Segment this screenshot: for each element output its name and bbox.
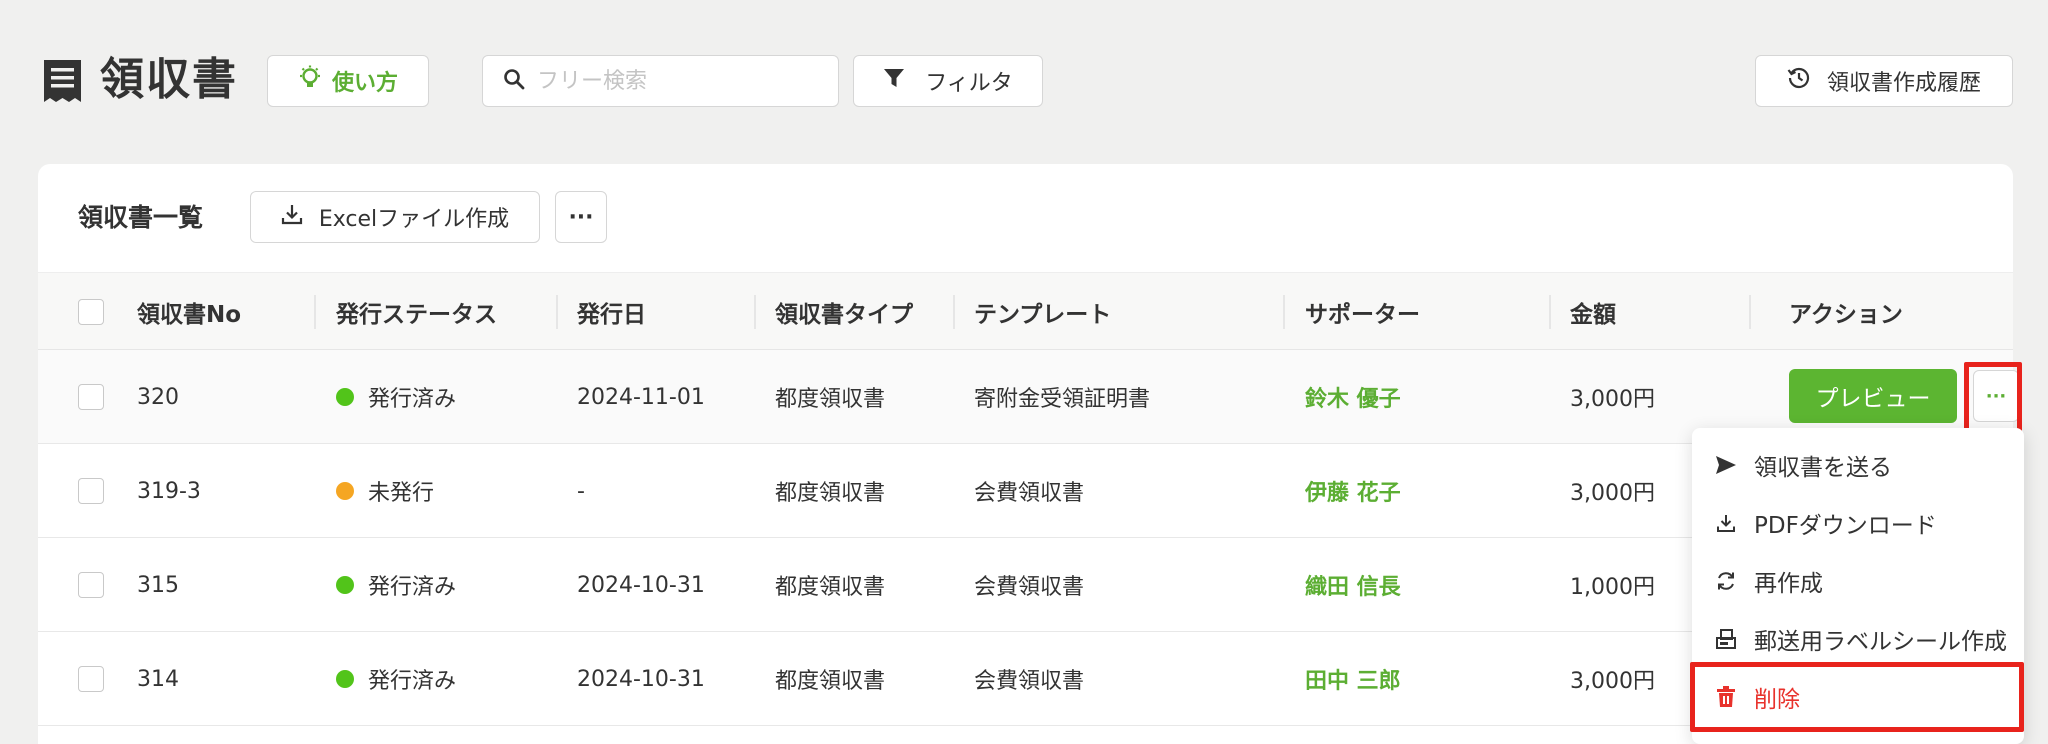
receipt-no: 314 [137, 666, 179, 692]
receipt-list-icon [44, 60, 81, 102]
card-title: 領収書一覧 [78, 203, 204, 232]
receipt-no: 319-3 [137, 478, 201, 504]
download-icon [281, 203, 303, 231]
column-divider [1283, 295, 1285, 329]
amount: 3,000円 [1570, 387, 1655, 412]
row-action-menu: 領収書を送る PDFダウンロード 再作成 郵送用ラベルシール作成 削除 [1692, 428, 2024, 744]
template-name: 会費領収書 [974, 669, 1085, 694]
page-title: 領収書 [100, 54, 238, 105]
receipt-no: 320 [137, 384, 179, 410]
label-print-icon [1714, 627, 1738, 651]
menu-item-label: PDFダウンロード [1754, 513, 1937, 539]
preview-button[interactable]: プレビュー [1789, 369, 1957, 423]
table-header: 領収書No 発行ステータス 発行日 領収書タイプ テンプレート サポーター 金額… [38, 272, 2013, 350]
menu-item-label: 削除 [1754, 687, 1800, 713]
menu-item-delete[interactable]: 削除 [1692, 668, 2024, 726]
status-dot [336, 576, 354, 594]
column-header-no: 領収書No [137, 302, 242, 328]
column-header-amount: 金額 [1570, 302, 1616, 328]
row-checkbox[interactable] [78, 384, 104, 410]
status-dot [336, 482, 354, 500]
status-cell: 未発行 [336, 444, 434, 538]
select-all-checkbox[interactable] [78, 299, 104, 325]
amount: 3,000円 [1570, 481, 1655, 506]
issue-date: 2024-10-31 [577, 666, 705, 692]
receipt-type: 都度領収書 [775, 481, 886, 506]
column-divider [314, 295, 316, 329]
row-checkbox[interactable] [78, 572, 104, 598]
status-text: 発行済み [368, 575, 457, 600]
search-input[interactable] [537, 68, 817, 94]
column-header-supporter: サポーター [1305, 302, 1420, 328]
amount: 1,000円 [1570, 575, 1655, 600]
lightbulb-icon [298, 65, 322, 97]
menu-item-label: 再作成 [1754, 571, 1823, 597]
column-header-action: アクション [1789, 302, 1903, 328]
status-text: 発行済み [368, 387, 457, 412]
row-checkbox[interactable] [78, 478, 104, 504]
template-name: 寄附金受領証明書 [974, 387, 1151, 412]
status-text: 発行済み [368, 669, 457, 694]
receipt-type: 都度領収書 [775, 669, 886, 694]
excel-export-button[interactable]: Excelファイル作成 [250, 191, 540, 243]
menu-item-pdf-download[interactable]: PDFダウンロード [1692, 494, 2024, 552]
receipt-no: 315 [137, 572, 179, 598]
howto-label: 使い方 [331, 71, 398, 96]
excel-export-label: Excelファイル作成 [318, 207, 510, 232]
search-box[interactable] [482, 55, 839, 107]
menu-item-label: 郵送用ラベルシール作成 [1754, 629, 2007, 655]
status-cell: 発行済み [336, 350, 456, 444]
status-dot [336, 670, 354, 688]
filter-icon [883, 67, 905, 95]
column-divider [754, 295, 756, 329]
status-cell: 発行済み [336, 632, 456, 726]
refresh-icon [1714, 569, 1738, 593]
template-name: 会費領収書 [974, 575, 1085, 600]
history-label: 領収書作成履歴 [1826, 71, 1981, 96]
row-more-button[interactable]: ··· [1973, 370, 2019, 422]
trash-icon [1714, 685, 1738, 709]
supporter-link[interactable]: 鈴木 優子 [1305, 350, 1401, 444]
menu-item-label: 領収書を送る [1754, 455, 1892, 481]
history-icon [1787, 66, 1811, 96]
receipt-type: 都度領収書 [775, 575, 886, 600]
issue-date: 2024-10-31 [577, 572, 705, 598]
column-divider [556, 295, 558, 329]
supporter-link[interactable]: 伊藤 花子 [1305, 444, 1401, 538]
filter-button[interactable]: フィルタ [853, 55, 1043, 107]
search-icon [503, 68, 525, 94]
column-divider [1549, 295, 1551, 329]
issue-date: 2024-11-01 [577, 384, 705, 410]
receipt-type: 都度領収書 [775, 387, 886, 412]
download-icon [1714, 511, 1738, 535]
column-divider [1749, 295, 1751, 329]
supporter-link[interactable]: 田中 三郎 [1305, 632, 1401, 726]
column-header-status: 発行ステータス [336, 302, 497, 328]
row-checkbox[interactable] [78, 666, 104, 692]
column-header-date: 発行日 [577, 302, 646, 328]
column-header-template: テンプレート [974, 302, 1112, 328]
status-text: 未発行 [368, 481, 435, 506]
column-divider [953, 295, 955, 329]
amount: 3,000円 [1570, 669, 1655, 694]
menu-item-send[interactable]: 領収書を送る [1692, 436, 2024, 494]
history-button[interactable]: 領収書作成履歴 [1755, 55, 2013, 107]
send-icon [1714, 453, 1738, 477]
card-more-button[interactable]: ··· [555, 191, 607, 243]
supporter-link[interactable]: 織田 信長 [1305, 538, 1401, 632]
column-header-type: 領収書タイプ [775, 302, 913, 328]
menu-item-mail-label[interactable]: 郵送用ラベルシール作成 [1692, 610, 2024, 668]
menu-item-regenerate[interactable]: 再作成 [1692, 552, 2024, 610]
status-dot [336, 388, 354, 406]
status-cell: 発行済み [336, 538, 456, 632]
filter-label: フィルタ [925, 71, 1013, 96]
howto-button[interactable]: 使い方 [267, 55, 429, 107]
issue-date: - [577, 478, 585, 504]
template-name: 会費領収書 [974, 481, 1085, 506]
